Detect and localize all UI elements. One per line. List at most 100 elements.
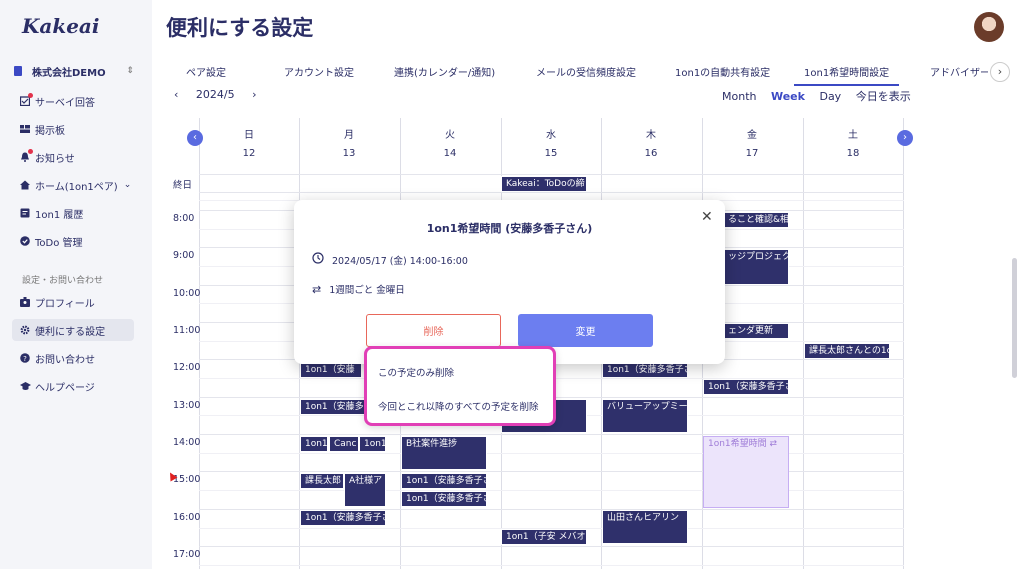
calendar-event[interactable]: 1on1（安藤 [300,362,362,378]
tab-auto-share[interactable]: 1on1の自動共有設定 [675,64,770,79]
day-name: 土 [848,130,858,141]
chevron-down-icon: ⌄ [123,180,132,190]
day-number[interactable]: 12 [199,148,299,159]
view-day-button[interactable]: Day [819,90,841,103]
close-icon[interactable]: ✕ [701,209,713,225]
change-button[interactable]: 変更 [518,314,653,347]
sidebar-item-contact[interactable]: ? お問い合わせ [12,347,134,369]
prev-week-button[interactable]: ‹ [187,130,203,146]
calendar-event[interactable]: 課長太郎 [300,473,344,489]
preferred-time-slot[interactable]: 1on1希望時間 ⇄ [703,436,789,508]
tab-calendar-integration[interactable]: 連携(カレンダー/通知) [394,64,495,79]
day-name: 水 [546,130,556,141]
time-label: 16:00 [173,512,201,523]
history-icon [20,208,30,218]
calendar-event[interactable]: 1on1（安藤多香子さ [300,510,386,526]
gear-icon [20,325,30,335]
day-number[interactable]: 18 [803,148,903,159]
sidebar-item-help-page[interactable]: ヘルプページ [12,375,134,397]
day-name: 火 [445,130,455,141]
tab-preferred-time[interactable]: 1on1希望時間設定 [794,64,900,86]
event-detail-modal: 1on1希望時間 (安藤多香子さん) ✕ 2024/05/17 (金) 14:0… [294,200,725,364]
calendar-event[interactable]: ること確認&相談 [723,212,789,228]
next-week-button[interactable]: › [897,130,913,146]
sidebar-item-notices[interactable]: お知らせ [12,146,134,168]
calendar-event[interactable]: A社様ア [344,473,386,507]
graduation-cap-icon [20,381,31,391]
calendar-event[interactable]: 1on1（安藤多香子さ [602,362,688,378]
month-label: 2024/5 [195,88,235,101]
calendar-event[interactable]: 1on1 [359,436,386,452]
calendar-event[interactable]: Canc [329,436,359,452]
time-label: 14:00 [173,437,201,448]
modal-title: 1on1希望時間 (安藤多香子さん) [426,222,593,235]
profile-icon [20,297,30,307]
calendar-event[interactable]: 山田さんヒアリン [602,510,688,544]
sidebar-item-label: ヘルプページ [35,382,95,394]
sidebar-item-label: プロフィール [35,298,95,310]
scrollbar[interactable] [1012,258,1017,378]
time-label: 11:00 [173,325,201,336]
delete-this-only-option[interactable]: この予定のみ削除 [378,365,454,379]
calendar-event[interactable]: バリューアップミー [602,399,688,433]
help-icon: ? [20,353,30,363]
calendar-event[interactable]: B社案件進捗 [401,436,487,470]
repeat-icon: ⇄ [769,439,778,449]
sidebar-item-label: お問い合わせ [35,354,95,366]
delete-this-and-following-option[interactable]: 今回とこれ以降のすべての予定を削除 [378,399,538,413]
day-name: 月 [344,130,354,141]
bell-icon [20,149,33,162]
chevron-updown-icon: ⇕ [126,66,134,76]
sidebar-item-board[interactable]: 掲示板 [12,118,134,140]
calendar-event[interactable]: 1on1（子安 メバオ [501,529,587,545]
calendar-event[interactable]: 1on1 [300,436,328,452]
modal-repeat-row: ⇄ 1週間ごと 金曜日 [312,282,405,297]
home-icon [20,180,30,190]
day-number[interactable]: 14 [400,148,500,159]
preferred-time-label: 1on1希望時間 [708,439,767,449]
calendar-event[interactable]: 1on1（安藤多香子さ [703,379,789,395]
sidebar-item-profile[interactable]: プロフィール [12,291,134,313]
view-week-button[interactable]: Week [771,90,805,103]
org-switcher[interactable]: 株式会社DEMO ⇕ [14,63,134,79]
time-label: 9:00 [173,250,195,261]
day-name: 木 [646,130,656,141]
tab-email-frequency[interactable]: メールの受信頻度設定 [536,64,636,79]
time-label: 15:00 [173,474,201,485]
clock-icon [312,252,324,267]
day-number[interactable]: 17 [702,148,802,159]
board-icon [20,124,30,134]
view-month-button[interactable]: Month [722,90,756,103]
tab-pair-settings[interactable]: ペア設定 [186,64,226,79]
day-name: 日 [244,130,254,141]
modal-repeat: 1週間ごと 金曜日 [329,285,405,296]
day-name: 金 [747,130,757,141]
time-label: 8:00 [173,213,195,224]
calendar-event[interactable]: Kakeai：ToDoの締 [501,176,587,192]
sidebar-item-history[interactable]: 1on1 履歴 [12,202,134,224]
calendar-event[interactable]: 1on1（安藤多香子さ [401,473,487,489]
calendar-event[interactable]: ェンダ更新 [723,323,789,339]
calendar-event[interactable]: ッジプロジェク [723,249,789,285]
today-button[interactable]: 今日を表示 [856,90,911,103]
sidebar-item-label: ToDo 管理 [35,237,83,249]
tab-advisor[interactable]: アドバイザー [930,64,988,79]
calendar-event[interactable]: 課長太郎さんとの1c [804,343,890,359]
sidebar-item-survey[interactable]: サーベイ回答 [12,90,134,112]
sidebar-item-convenience-settings[interactable]: 便利にする設定 [12,319,134,341]
day-number[interactable]: 13 [299,148,399,159]
calendar-event[interactable]: 1on1（安藤多香子さ [401,491,487,507]
day-number[interactable]: 16 [601,148,701,159]
day-number[interactable]: 15 [501,148,601,159]
sidebar: Kakeai 株式会社DEMO ⇕ サーベイ回答 掲示板 お知らせ ホーム(1o… [0,0,152,569]
month-navigation: ‹ 2024/5 › [174,88,271,101]
view-switcher: Month Week Day 今日を表示 [722,88,922,104]
avatar[interactable] [974,12,1004,42]
delete-button[interactable]: 削除 [366,314,501,347]
next-month-button[interactable]: › [252,88,256,101]
sidebar-item-home[interactable]: ホーム(1on1ペア) ⌄ [12,174,134,196]
sidebar-item-todo[interactable]: ToDo 管理 [12,230,134,252]
chevron-right-icon[interactable]: › [990,62,1010,82]
tab-account-settings[interactable]: アカウント設定 [284,64,354,79]
prev-month-button[interactable]: ‹ [174,88,178,101]
